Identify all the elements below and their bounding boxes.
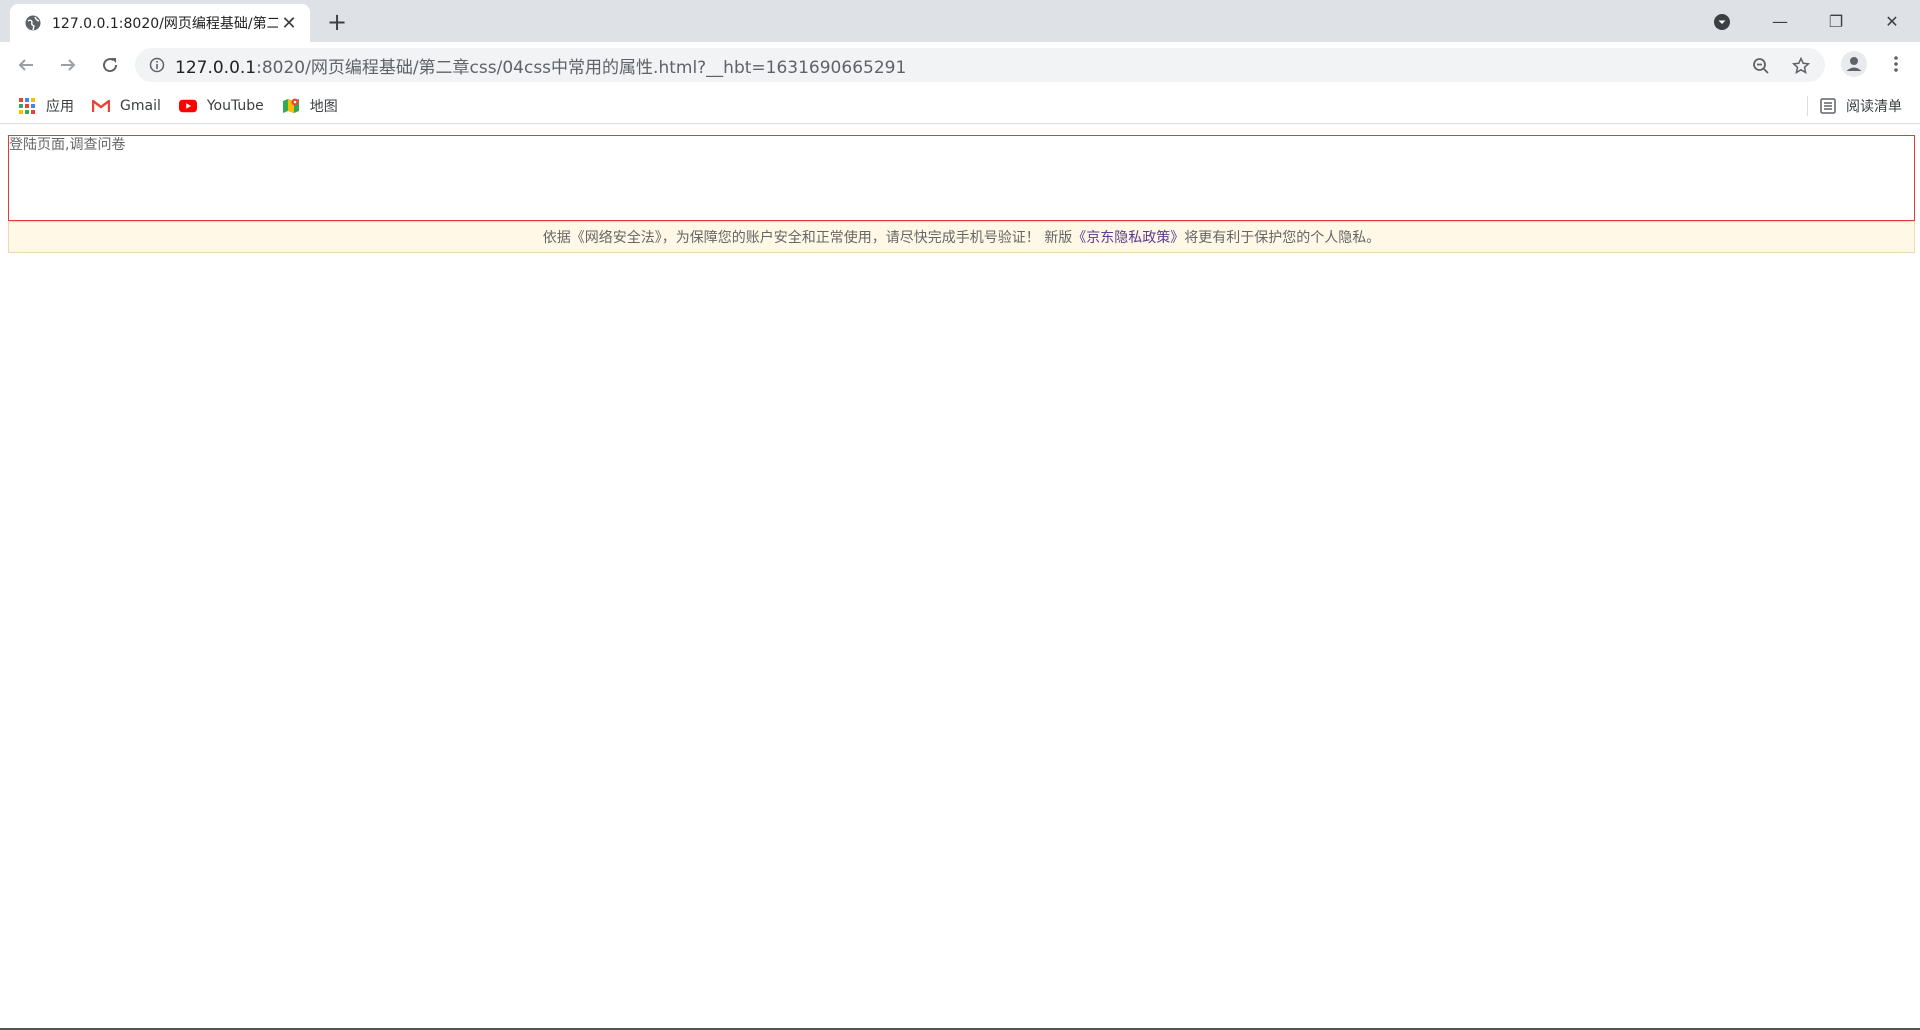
close-tab-icon[interactable]: ✕ bbox=[278, 12, 300, 34]
box-text: 登陆页面,调查问卷 bbox=[9, 137, 126, 153]
bookmark-apps[interactable]: 应用 bbox=[18, 96, 74, 116]
zoom-icon[interactable] bbox=[1747, 52, 1775, 80]
globe-icon bbox=[24, 14, 42, 32]
address-bar[interactable]: 127.0.0.1:8020/网页编程基础/第二章css/04css中常用的属性… bbox=[135, 48, 1825, 82]
bookmark-star-icon[interactable] bbox=[1787, 52, 1815, 80]
reload-button[interactable] bbox=[94, 49, 126, 81]
reading-list-icon bbox=[1820, 98, 1836, 114]
bookmark-label: 地图 bbox=[309, 98, 338, 115]
bookmarks-bar: 应用 Gmail YouTube 地图 阅读清单 bbox=[0, 88, 1920, 124]
url-path: :8020/网页编程基础/第二章css/04css中常用的属性.html?__h… bbox=[256, 57, 907, 78]
divider bbox=[1807, 96, 1808, 116]
page-content: 登陆页面,调查问卷 依据《网络安全法》，为保障您的账户安全和正常使用，请尽快完成… bbox=[0, 125, 1920, 1030]
privacy-policy-link[interactable]: 《京东隐私政策》 bbox=[1072, 227, 1184, 247]
reading-list-label: 阅读清单 bbox=[1846, 99, 1902, 115]
url-text: 127.0.0.1:8020/网页编程基础/第二章css/04css中常用的属性… bbox=[175, 53, 906, 78]
arrow-left-icon bbox=[18, 59, 33, 71]
new-tab-button[interactable]: + bbox=[323, 8, 351, 36]
gmail-icon bbox=[92, 97, 110, 115]
restore-button[interactable]: ❐ bbox=[1808, 0, 1864, 42]
url-host: 127.0.0.1 bbox=[175, 57, 257, 78]
bookmark-label: 应用 bbox=[46, 98, 74, 115]
notice-text: 依据《网络安全法》，为保障您的账户安全和正常使用，请尽快完成手机号验证！ 新版 bbox=[542, 230, 1073, 246]
reload-icon bbox=[103, 58, 118, 73]
tab-title: 127.0.0.1:8020/网页编程基础/第二章css/04css中常用的属性… bbox=[52, 16, 278, 32]
bookmark-gmail[interactable]: Gmail bbox=[92, 97, 161, 115]
reading-list-button[interactable]: 阅读清单 bbox=[1807, 96, 1902, 116]
bookmark-maps[interactable]: 地图 bbox=[282, 96, 338, 116]
youtube-icon bbox=[178, 97, 197, 115]
bookmark-label: YouTube bbox=[206, 97, 264, 114]
tab-search-icon[interactable] bbox=[1710, 10, 1734, 34]
bookmark-label: Gmail bbox=[120, 97, 161, 114]
more-menu-icon[interactable] bbox=[1882, 50, 1910, 78]
profile-avatar-icon[interactable] bbox=[1840, 50, 1868, 78]
forward-button[interactable] bbox=[52, 49, 84, 81]
apps-grid-icon bbox=[18, 97, 36, 115]
back-button[interactable] bbox=[10, 49, 42, 81]
info-icon bbox=[149, 57, 165, 73]
window-controls: — ❐ ✕ bbox=[1752, 0, 1920, 42]
notice-text-end: 将更有利于保护您的个人隐私。 bbox=[1184, 230, 1381, 246]
close-window-button[interactable]: ✕ bbox=[1864, 0, 1920, 42]
browser-tab[interactable]: 127.0.0.1:8020/网页编程基础/第二章css/04css中常用的属性… bbox=[10, 4, 310, 42]
maps-icon bbox=[282, 97, 300, 115]
minimize-button[interactable]: — bbox=[1752, 0, 1808, 42]
bookmark-youtube[interactable]: YouTube bbox=[178, 97, 264, 115]
red-bordered-box: 登陆页面,调查问卷 bbox=[8, 135, 1915, 221]
tab-strip: 127.0.0.1:8020/网页编程基础/第二章css/04css中常用的属性… bbox=[0, 0, 1920, 42]
security-notice-bar: 依据《网络安全法》，为保障您的账户安全和正常使用，请尽快完成手机号验证！ 新版 … bbox=[8, 221, 1915, 253]
arrow-right-icon bbox=[61, 59, 76, 71]
browser-toolbar: 127.0.0.1:8020/网页编程基础/第二章css/04css中常用的属性… bbox=[0, 42, 1920, 88]
